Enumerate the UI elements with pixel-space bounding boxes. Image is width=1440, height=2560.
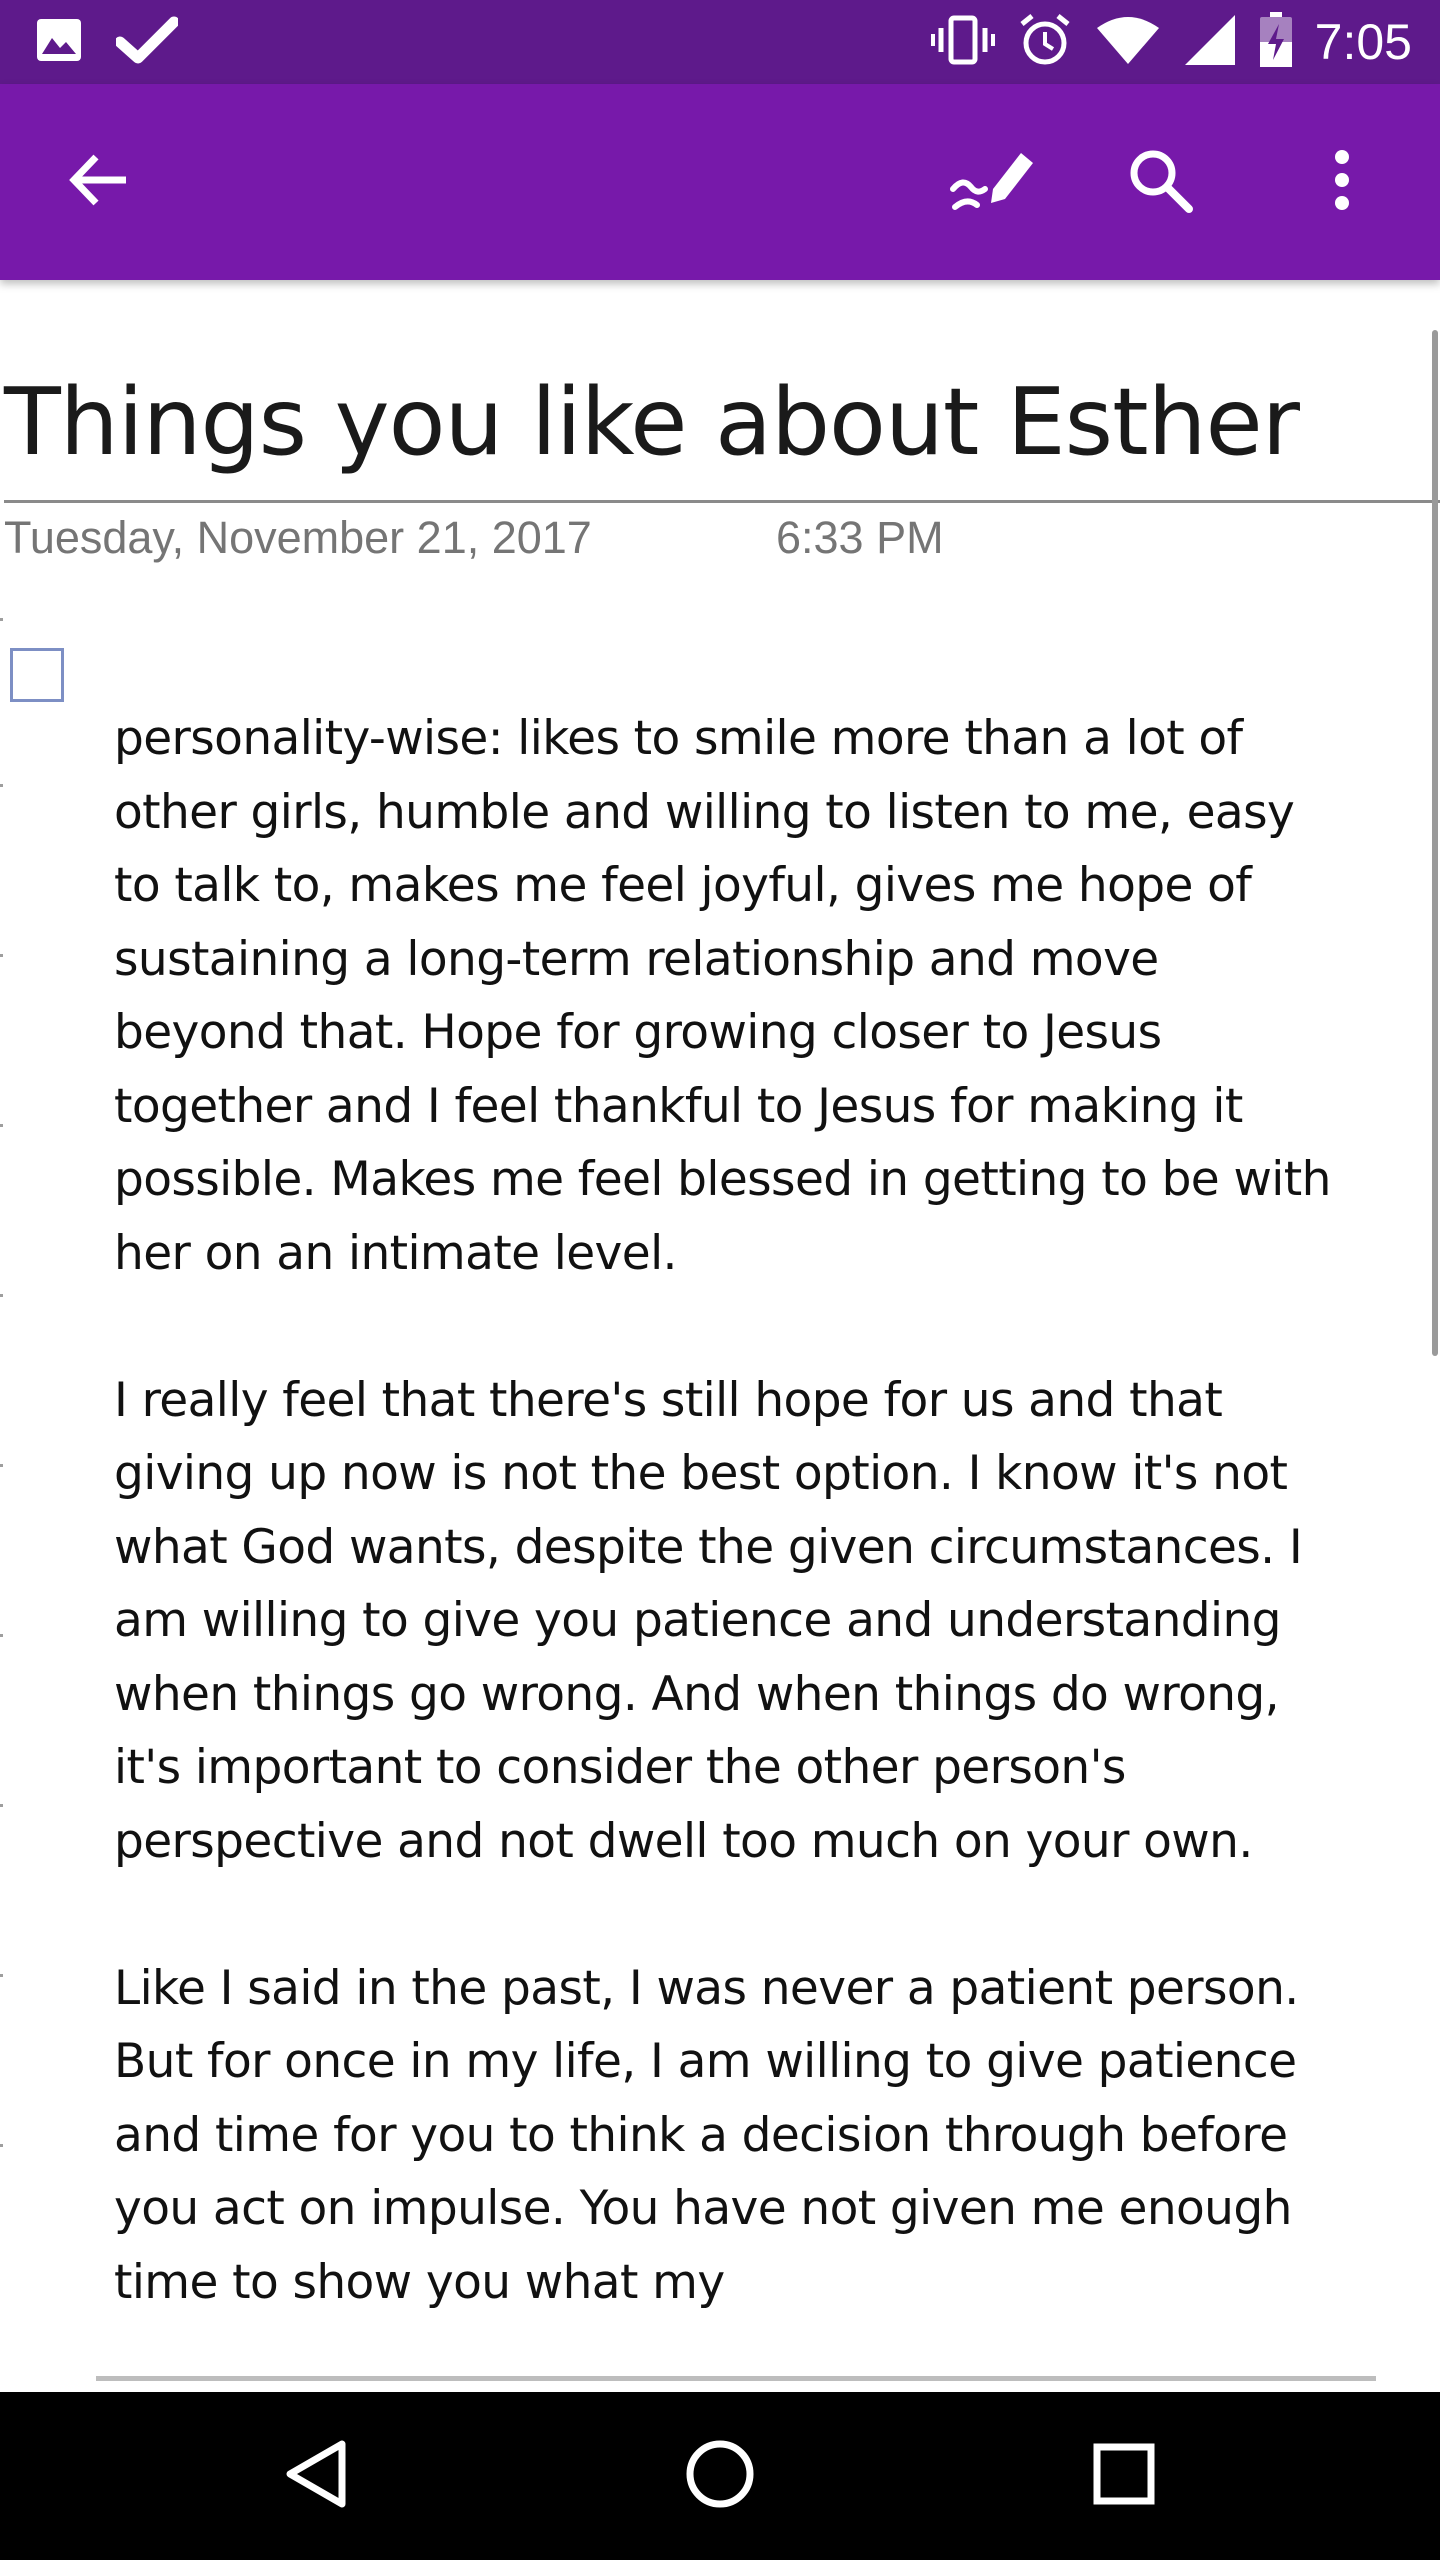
vibrate-icon <box>930 12 995 73</box>
check-icon <box>114 16 180 69</box>
alarm-icon <box>1017 12 1073 73</box>
margin-marker <box>0 1294 3 1297</box>
draw-pen-icon <box>949 149 1035 216</box>
battery-charging-icon <box>1259 11 1293 73</box>
wifi-icon <box>1095 14 1161 71</box>
vertical-scrollbar[interactable] <box>1432 330 1438 1356</box>
title-divider <box>4 500 1440 503</box>
more-options-button[interactable] <box>1286 126 1398 238</box>
more-vert-icon <box>1332 149 1352 216</box>
image-icon <box>36 18 82 67</box>
back-button[interactable] <box>42 126 154 238</box>
recents-square-icon <box>1092 2442 1156 2511</box>
margin-marker <box>0 2144 3 2147</box>
margin-marker <box>0 1124 3 1127</box>
margin-marker <box>0 1634 3 1637</box>
signal-icon <box>1183 13 1237 72</box>
status-time: 7:05 <box>1314 14 1412 70</box>
horizontal-scrollbar[interactable] <box>96 2376 1376 2381</box>
note-paragraph[interactable]: personality-wise: likes to smile more th… <box>114 702 1344 1290</box>
note-body[interactable]: personality-wise: likes to smile more th… <box>114 702 1344 2388</box>
note-page[interactable]: Things you like about Esther Tuesday, No… <box>0 280 1440 2388</box>
margin-marker <box>0 1974 3 1977</box>
home-circle-icon <box>684 2438 756 2515</box>
nav-recents-button[interactable] <box>1064 2416 1184 2536</box>
todo-checkbox[interactable] <box>10 648 64 702</box>
search-icon <box>1127 147 1193 218</box>
margin-marker <box>0 1464 3 1467</box>
back-triangle-icon <box>284 2439 348 2514</box>
page-date: Tuesday, November 21, 2017 <box>4 512 592 563</box>
margin-marker <box>0 618 3 621</box>
nav-home-button[interactable] <box>660 2416 780 2536</box>
page-title[interactable]: Things you like about Esther <box>4 368 1300 476</box>
page-time: 6:33 PM <box>776 512 944 563</box>
note-paragraph[interactable]: Like I said in the past, I was never a p… <box>114 1952 1344 2320</box>
margin-marker <box>0 784 3 787</box>
margin-marker <box>0 1804 3 1807</box>
back-arrow-icon <box>66 152 130 213</box>
note-paragraph[interactable]: I really feel that there's still hope fo… <box>114 1364 1344 1879</box>
margin-marker <box>0 954 3 957</box>
draw-button[interactable] <box>936 126 1048 238</box>
nav-back-button[interactable] <box>256 2416 376 2536</box>
search-button[interactable] <box>1104 126 1216 238</box>
navigation-bar <box>0 2392 1440 2560</box>
status-bar: 7:05 <box>0 0 1440 84</box>
app-bar <box>0 84 1440 280</box>
